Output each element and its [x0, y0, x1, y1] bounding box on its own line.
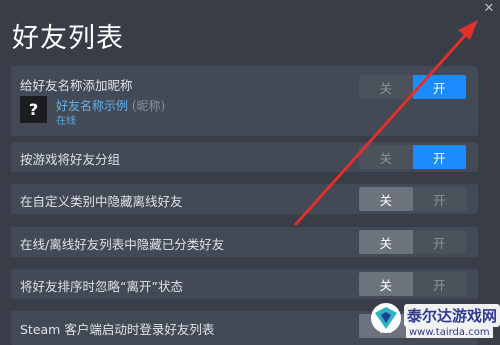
watermark-url: www.tairda.com [406, 327, 493, 338]
watermark: 泰尔达游戏网 www.tairda.com [366, 296, 500, 345]
watermark-text: 泰尔达游戏网 [404, 304, 500, 327]
annotation-arrow-icon [294, 20, 478, 226]
watermark-logo-icon [371, 303, 401, 333]
